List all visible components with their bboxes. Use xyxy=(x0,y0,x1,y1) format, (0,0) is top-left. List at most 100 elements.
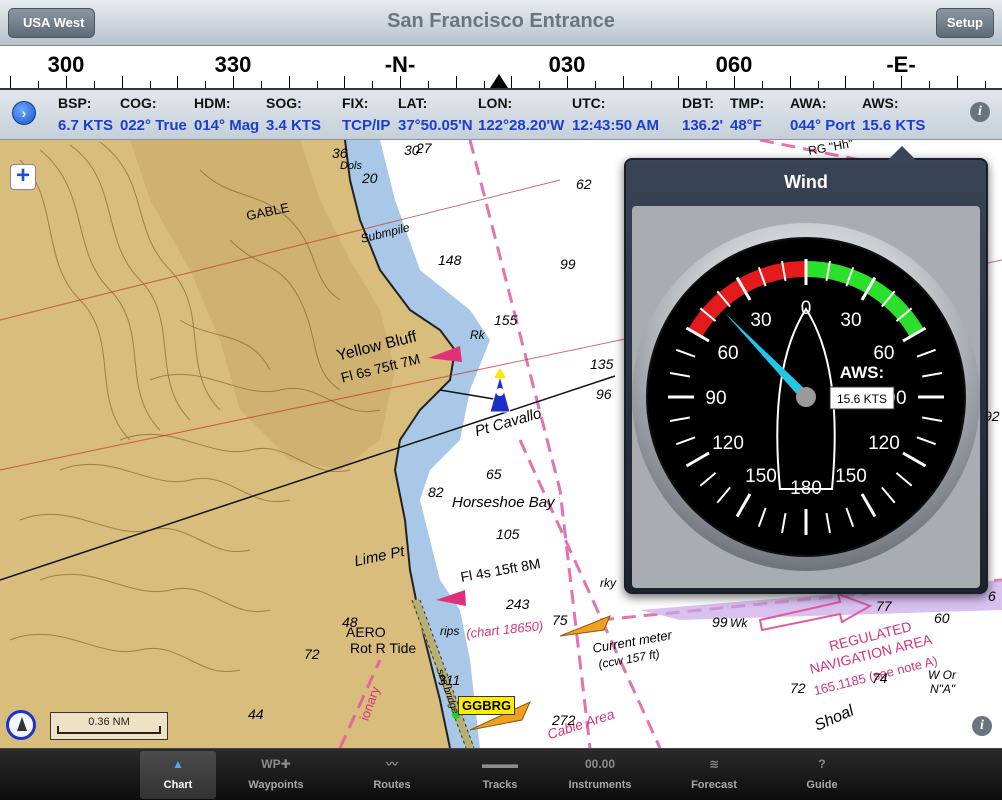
gauge-scale-label: 60 xyxy=(873,343,894,364)
compass-tick xyxy=(650,81,652,88)
data-field-key: UTC: xyxy=(572,95,606,111)
map-label-dols: Dols xyxy=(340,160,363,172)
compass-tick xyxy=(511,76,513,88)
route-icon: 〰 xyxy=(385,757,398,771)
depth-sounding: 60 xyxy=(934,610,950,626)
tab-routes[interactable]: 〰 Routes xyxy=(354,751,430,799)
data-field-lat[interactable]: LAT: 37°50.05'N xyxy=(398,95,473,134)
map-label-wor: W Or xyxy=(928,668,956,682)
data-field-value: 3.4 KTS xyxy=(266,117,322,134)
tab-label: Guide xyxy=(806,779,838,791)
tab-label: Routes xyxy=(373,779,411,791)
depth-sounding: 135 xyxy=(590,356,614,372)
compass-tick xyxy=(205,81,207,88)
compass-label: 060 xyxy=(715,52,753,77)
data-field-sog[interactable]: SOG: 3.4 KTS xyxy=(266,95,321,134)
depth-sounding: 155 xyxy=(494,312,518,328)
compass-tick xyxy=(10,76,12,88)
compass-tick xyxy=(817,81,819,88)
depth-sounding: 27 xyxy=(416,140,432,156)
compass-tick xyxy=(316,81,318,88)
data-field-hdm[interactable]: HDM: 014° Mag xyxy=(194,95,259,134)
heading-pointer-icon xyxy=(490,74,508,88)
setup-button[interactable]: Setup xyxy=(935,8,994,38)
data-field-utc[interactable]: UTC: 12:43:50 AM xyxy=(572,95,659,134)
data-field-value: 022° True xyxy=(120,117,187,134)
instruments-icon: 00.00 xyxy=(584,757,616,771)
gauge-scale-label: 150 xyxy=(835,466,867,487)
compass-label: 030 xyxy=(548,52,586,77)
compass-tick xyxy=(121,76,123,88)
data-field-value: 014° Mag xyxy=(194,117,260,134)
wind-instrument-popup: Wind 0 30 60 90 120 150 180 150 120 90 60 30 AWS: 15.… xyxy=(624,146,988,594)
compass-tick xyxy=(734,76,735,88)
depth-sounding: 99 xyxy=(560,256,576,272)
scale-bar-label: 0.36 NM xyxy=(88,716,130,728)
tab-forecast[interactable]: ≋ Forecast xyxy=(676,751,752,799)
data-field-dbt[interactable]: DBT: 136.2' xyxy=(682,95,723,134)
map-label-rk: Rk xyxy=(470,328,485,342)
tab-chart[interactable]: ▲ Chart xyxy=(140,751,216,799)
compass-tick xyxy=(928,81,930,88)
compass-tick xyxy=(93,81,95,88)
compass-tick xyxy=(678,76,680,88)
tab-waypoints[interactable]: WP✚ Waypoints xyxy=(238,751,314,799)
data-field-cog[interactable]: COG: 022° True xyxy=(120,95,187,134)
compass-tick xyxy=(427,81,429,88)
chart-icon: ▲ xyxy=(172,757,184,771)
waypoint-icon: WP✚ xyxy=(261,757,291,771)
aws-label: AWS: xyxy=(840,363,884,382)
depth-sounding: 96 xyxy=(596,386,612,402)
compass-tick xyxy=(233,76,234,88)
map-label-na: N"A" xyxy=(930,682,956,696)
tab-label: Chart xyxy=(163,779,193,791)
tab-tracks[interactable]: ▬▬▬ Tracks xyxy=(462,751,538,799)
instrument-data-strip: › i BSP: 6.7 KTS COG: 022° True HDM: 014° Mag… xyxy=(0,90,1002,140)
tab-label: Tracks xyxy=(482,779,518,791)
gauge-scale-label: 120 xyxy=(712,433,744,454)
tab-label: Waypoints xyxy=(248,779,304,791)
scale-bar: 0.36 NM xyxy=(50,712,168,740)
info-icon[interactable]: i xyxy=(970,102,990,122)
center-on-boat-button[interactable] xyxy=(6,710,36,740)
expand-data-button[interactable]: › xyxy=(12,101,36,125)
data-field-value: 6.7 KTS xyxy=(58,117,114,134)
compass-label: 330 xyxy=(214,52,252,77)
compass-tick xyxy=(539,81,541,88)
chart-info-icon[interactable]: i xyxy=(972,716,992,736)
tab-label: Instruments xyxy=(568,779,632,791)
data-field-key: AWA: xyxy=(790,95,827,111)
waypoint-tag-ggbrg[interactable]: GGBRG xyxy=(458,696,516,715)
track-icon: ▬▬▬ xyxy=(482,757,518,771)
data-field-key: FIX: xyxy=(342,95,369,111)
map-label-rky: rky xyxy=(600,576,616,590)
data-field-bsp[interactable]: BSP: 6.7 KTS xyxy=(58,95,113,134)
tab-guide[interactable]: ? Guide xyxy=(784,751,860,799)
depth-sounding: 77 xyxy=(876,598,892,614)
data-field-value: TCP/IP xyxy=(342,117,391,134)
data-field-lon[interactable]: LON: 122°28.20'W xyxy=(478,95,564,134)
zoom-in-button[interactable]: + xyxy=(10,164,36,190)
tab-instruments[interactable]: 00.00 Instruments xyxy=(562,751,638,799)
depth-sounding: 74 xyxy=(872,670,888,686)
data-field-key: AWS: xyxy=(862,95,899,111)
compass-tick xyxy=(706,81,708,88)
depth-sounding: 6 xyxy=(988,588,996,604)
data-field-value: 122°28.20'W xyxy=(478,117,565,134)
depth-sounding: 272 xyxy=(552,712,576,728)
data-field-awa[interactable]: AWA: 044° Port xyxy=(790,95,855,134)
page-title: San Francisco Entrance xyxy=(387,10,615,32)
compass-tick xyxy=(901,76,902,88)
data-field-tmp[interactable]: TMP: 48°F xyxy=(730,95,764,134)
data-field-key: HDM: xyxy=(194,95,231,111)
depth-sounding: 62 xyxy=(576,176,592,192)
data-field-value: 12:43:50 AM xyxy=(572,117,659,134)
compass-tick xyxy=(845,76,847,88)
data-field-fix[interactable]: FIX: TCP/IP xyxy=(342,95,390,134)
depth-sounding: 311 xyxy=(438,672,461,688)
depth-sounding: 99 xyxy=(712,614,728,630)
data-field-aws[interactable]: AWS: 15.6 KTS xyxy=(862,95,925,134)
compass-tick xyxy=(873,81,875,88)
aws-value: 15.6 KTS xyxy=(837,392,887,406)
compass-tick xyxy=(761,81,763,88)
